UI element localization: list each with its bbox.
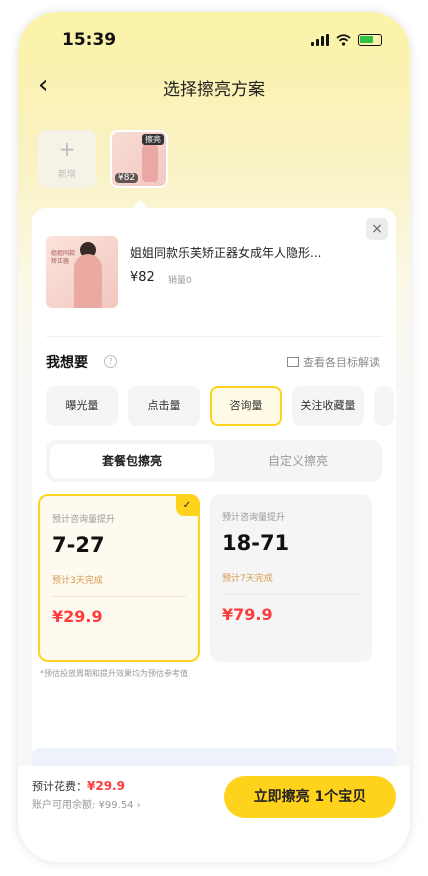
goal-exposure[interactable]: 曝光量 [46, 386, 118, 426]
add-product-button[interactable]: + 新增 [38, 130, 96, 188]
plan-days: 预计7天完成 [222, 574, 273, 584]
info-banner [32, 748, 396, 766]
plan-range: 18-71 [222, 531, 290, 555]
thumbnail-price: ¥82 [115, 173, 139, 183]
goal-options: 曝光量 点击量 咨询量 关注收藏量 [46, 386, 394, 426]
plan-option-2[interactable]: 预计咨询量提升 18-71 预计7天完成 ¥79.9 [210, 494, 372, 662]
book-icon [287, 357, 299, 367]
plan-options: ✓ 预计咨询量提升 7-27 预计3天完成 ¥29.9 预计咨询量提升 18-7… [38, 494, 396, 662]
plan-card: × 姐姐同款矫正器 姐姐同款乐芙矫正器女成年人隐形... ¥82 销量0 我想要… [32, 208, 396, 766]
plan-label: 预计咨询量提升 [52, 515, 116, 525]
confirm-button[interactable]: 立即擦亮 1个宝贝 [224, 776, 396, 818]
page-title: 选择擦亮方案 [163, 80, 265, 100]
mode-tabs: 套餐包擦亮 自定义擦亮 [46, 440, 382, 482]
thumbnail-tag: 擦亮 [142, 134, 164, 145]
disclaimer-note: *预估投放周期和提升效果均为预估参考值 [40, 669, 188, 678]
battery-icon [358, 34, 382, 46]
goal-explanation-link[interactable]: 查看各目标解读 [287, 354, 380, 370]
tab-package[interactable]: 套餐包擦亮 [50, 444, 214, 478]
status-time: 15:39 [62, 30, 117, 50]
phone-screen: 15:39 ‹ 选择擦亮方案 + 新增 擦亮 ¥82 × 姐姐同款矫正器 姐姐同… [18, 12, 410, 862]
plan-days: 预计3天完成 [52, 576, 103, 586]
product-title: 姐姐同款乐芙矫正器女成年人隐形... [130, 246, 322, 260]
signal-icon [311, 34, 329, 46]
plan-range: 7-27 [52, 533, 105, 557]
account-balance[interactable]: 账户可用余额: ¥99.54 › [32, 796, 141, 811]
goal-more[interactable] [374, 386, 394, 426]
plus-icon: + [58, 137, 76, 161]
goal-title: 我想要 [46, 355, 88, 371]
selected-product-thumbnail[interactable]: 擦亮 ¥82 [110, 130, 168, 188]
product-image: 姐姐同款矫正器 [46, 236, 118, 308]
tab-custom[interactable]: 自定义擦亮 [214, 444, 382, 478]
goal-follows[interactable]: 关注收藏量 [292, 386, 364, 426]
plan-price: ¥29.9 [52, 607, 103, 626]
product-image-caption: 姐姐同款矫正器 [51, 250, 76, 265]
product-info: 姐姐同款矫正器 姐姐同款乐芙矫正器女成年人隐形... ¥82 销量0 [46, 236, 382, 312]
plan-label: 预计咨询量提升 [222, 513, 286, 523]
status-bar: 15:39 [18, 30, 410, 54]
goal-inquiries[interactable]: 咨询量 [210, 386, 282, 426]
product-price: ¥82 [130, 270, 155, 285]
estimated-cost: 预计花费：¥29.9 [32, 779, 125, 793]
plan-option-1[interactable]: ✓ 预计咨询量提升 7-27 预计3天完成 ¥29.9 [38, 494, 200, 662]
divider [46, 336, 382, 337]
product-sales: 销量0 [168, 276, 192, 286]
help-icon[interactable]: ? [104, 355, 117, 368]
product-thumbnails: + 新增 擦亮 ¥82 [38, 130, 168, 188]
plan-price: ¥79.9 [222, 605, 273, 624]
check-icon: ✓ [176, 496, 198, 516]
goal-clicks[interactable]: 点击量 [128, 386, 200, 426]
estimated-cost-value: ¥29.9 [87, 779, 125, 793]
bottom-bar: 预计花费：¥29.9 账户可用余额: ¥99.54 › 立即擦亮 1个宝贝 [18, 766, 410, 862]
nav-bar: ‹ 选择擦亮方案 [18, 72, 410, 102]
wifi-icon [336, 34, 351, 46]
add-label: 新增 [57, 170, 76, 180]
